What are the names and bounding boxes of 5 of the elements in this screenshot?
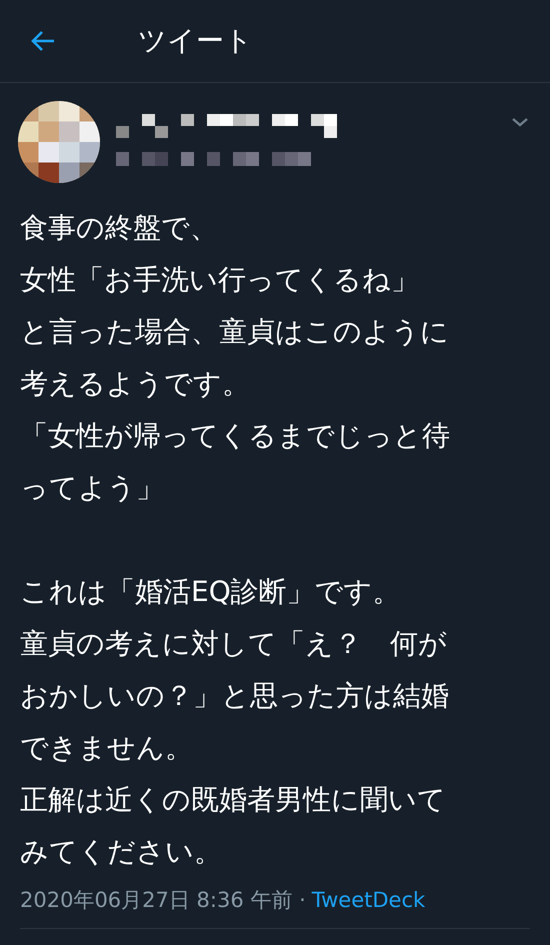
timestamp: 2020年06月27日 8:36 午前 ·	[20, 887, 306, 914]
tweet-text: 食事の終盤で、 女性「お手洗い行ってくるね」 と言った場合、童貞はこのように 考えるようです。 「女性が帰ってくるまでじっと待 ってよう」	[20, 210, 451, 506]
page-title: ツイート	[138, 23, 253, 59]
tweet-text: これは「婚活EQ診断」です。 童貞の考えに対して「え？ 何が おかしいの？」と思った方は結婚 できません。 正解は近くの既婚者男性に聞いて みてください。	[20, 574, 450, 870]
source-link[interactable]: TweetDeck	[312, 888, 426, 912]
